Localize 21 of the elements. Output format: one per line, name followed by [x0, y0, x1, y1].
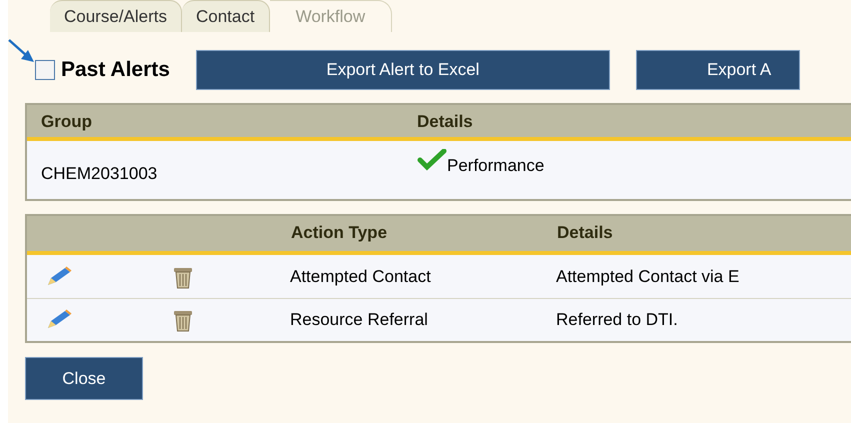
trash-icon[interactable] [172, 308, 194, 332]
table-cell-text: Referred to DTI. [556, 309, 678, 332]
column-header: Group [41, 111, 93, 133]
past-alerts-label: Past Alerts [61, 57, 170, 84]
table-cell-text: Resource Referral [290, 309, 429, 332]
close-button[interactable]: Close [25, 357, 143, 400]
checkbox[interactable] [35, 60, 55, 80]
table-cell-text: Attempted Contact [290, 266, 432, 288]
tab[interactable]: Course/Alerts [50, 0, 182, 32]
tab[interactable]: Contact [182, 0, 270, 32]
column-header: Details [557, 222, 613, 244]
table-cell-text: Performance [447, 155, 544, 177]
annotation-arrow [8, 39, 34, 62]
pencil-icon[interactable] [45, 266, 73, 288]
column-header: Details [417, 111, 473, 133]
column-header: Action Type [291, 222, 388, 244]
pencil-icon[interactable] [45, 309, 73, 331]
export-button[interactable]: Export A [636, 50, 800, 90]
table-cell-text: Attempted Contact via E [556, 266, 740, 288]
table-cell-text: CHEM2031003 [41, 163, 158, 183]
export-alert-button[interactable]: Export Alert to Excel [196, 50, 610, 90]
